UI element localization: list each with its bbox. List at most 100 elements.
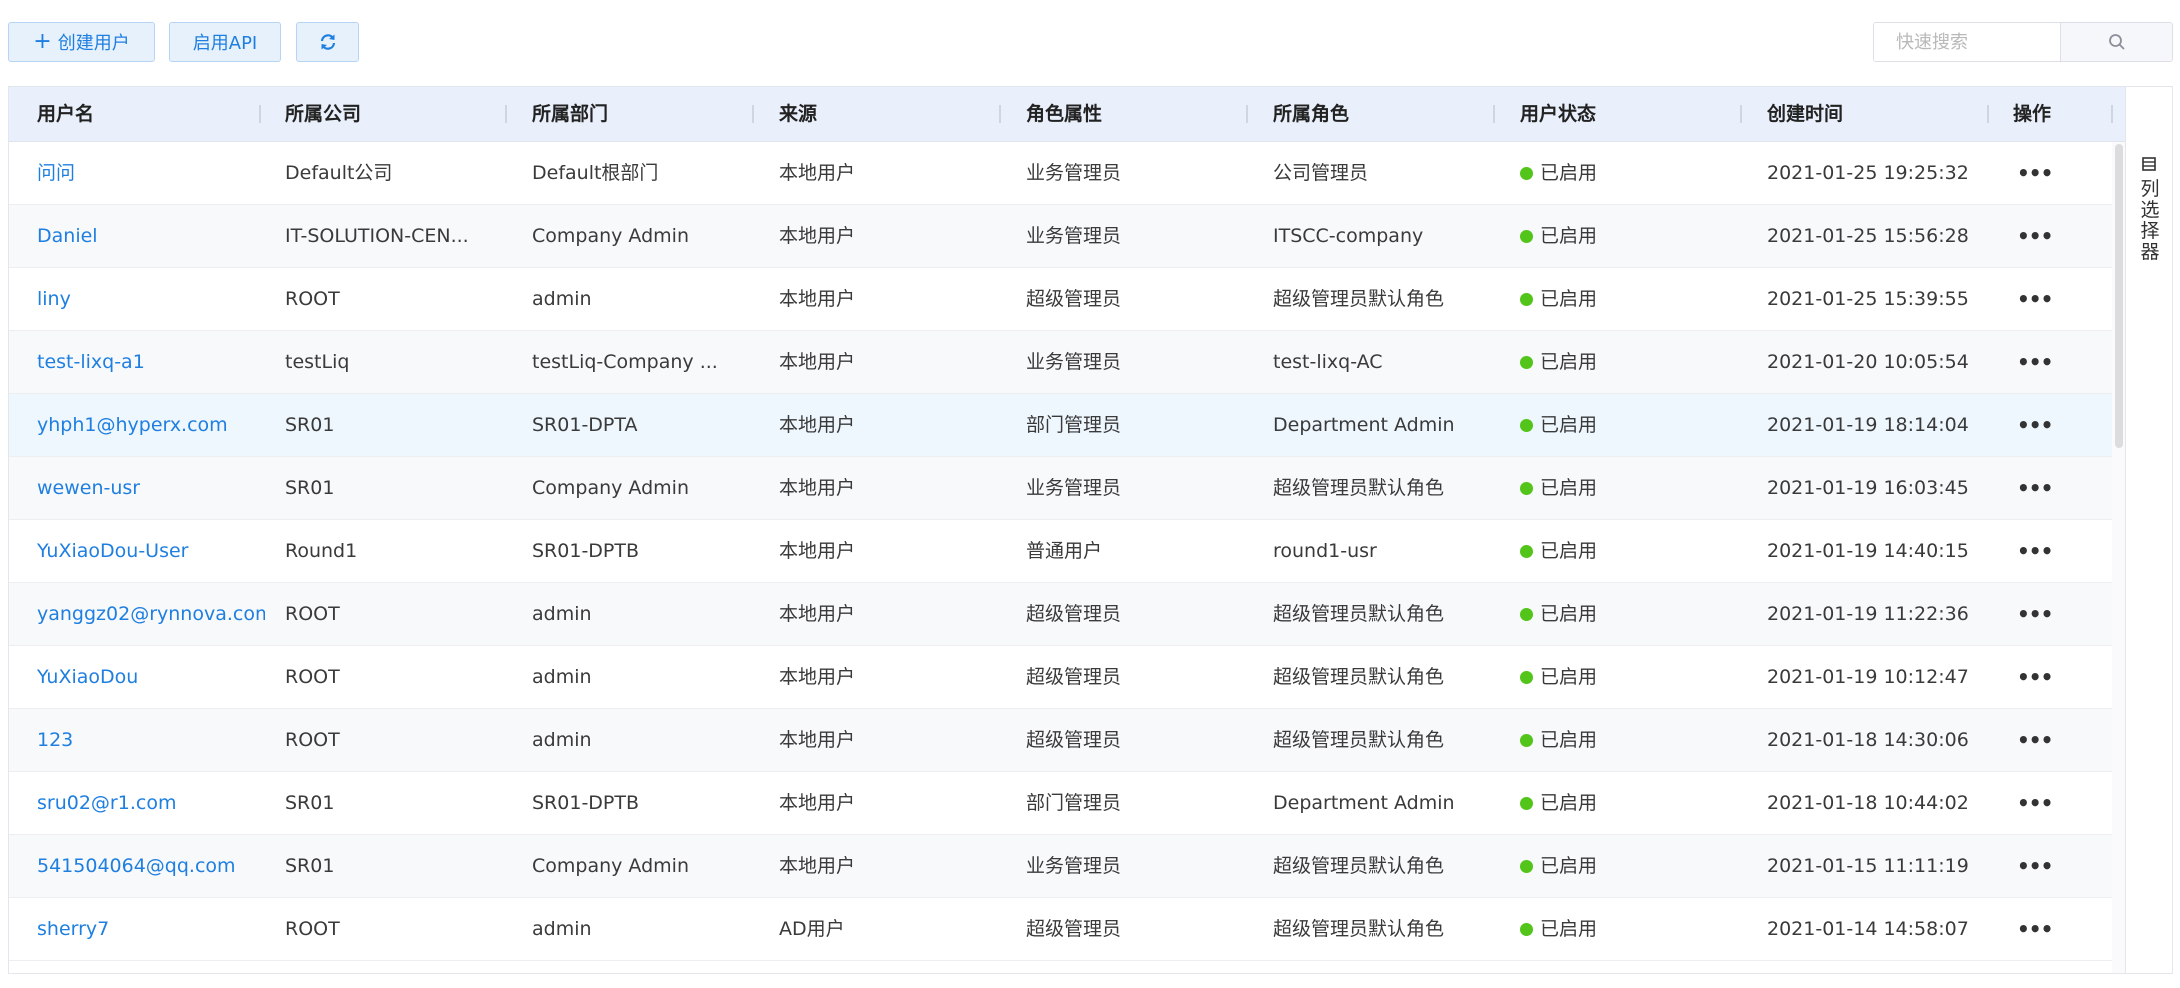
company-cell: ROOT: [285, 603, 340, 625]
username-link[interactable]: 541504064@qq.com: [37, 835, 236, 897]
username-link[interactable]: liny: [37, 268, 71, 330]
role-cell: 超级管理员默认角色: [1273, 729, 1445, 751]
table-row[interactable]: test-lixq-a1 testLiq testLiq-Company ...…: [9, 331, 2125, 394]
status-cell: 已启用: [1520, 898, 1597, 960]
username-link[interactable]: wewen-usr: [37, 457, 140, 519]
column-divider[interactable]: [1246, 105, 1248, 123]
table-row[interactable]: sru02@r1.com SR01 SR01-DPTB 本地用户 部门管理员 D…: [9, 772, 2125, 835]
table-row[interactable]: 541504064@qq.com SR01 Company Admin 本地用户…: [9, 835, 2125, 898]
more-actions-icon[interactable]: •••: [2017, 394, 2052, 456]
create-user-label: 创建用户: [57, 33, 130, 54]
source-cell: 本地用户: [779, 603, 856, 625]
username-link[interactable]: sru02@r1.com: [37, 772, 176, 834]
status-cell: 已启用: [1520, 772, 1597, 834]
col-header-username[interactable]: 用户名: [37, 87, 94, 141]
role-attribute-cell: 超级管理员: [1026, 918, 1122, 940]
column-divider[interactable]: [752, 105, 754, 123]
status-dot-icon: [1520, 482, 1533, 495]
more-actions-icon[interactable]: •••: [2017, 709, 2052, 771]
department-cell: admin: [532, 603, 592, 625]
column-divider[interactable]: [2111, 105, 2113, 123]
status-label: 已启用: [1540, 288, 1598, 310]
table-row[interactable]: wewen-usr SR01 Company Admin 本地用户 业务管理员 …: [9, 457, 2125, 520]
toolbar: + 创建用户 启用API: [0, 0, 2180, 86]
column-selector[interactable]: 列选择器: [2125, 87, 2172, 973]
table-row[interactable]: yanggz02@rynnova.com ROOT admin 本地用户 超级管…: [9, 583, 2125, 646]
username-link[interactable]: yanggz02@rynnova.com: [37, 583, 265, 645]
more-actions-icon[interactable]: •••: [2017, 898, 2052, 960]
col-header-role-attribute[interactable]: 角色属性: [1026, 87, 1102, 141]
table-row[interactable]: 123 ROOT admin 本地用户 超级管理员 超级管理员默认角色 已启用 …: [9, 709, 2125, 772]
company-cell: testLiq: [285, 351, 350, 373]
search-button[interactable]: [2060, 23, 2172, 61]
username-link[interactable]: 问问: [37, 142, 75, 204]
company-cell: SR01: [285, 855, 335, 877]
status-cell: 已启用: [1520, 142, 1597, 204]
column-divider[interactable]: [1987, 105, 1989, 123]
role-cell: test-lixq-AC: [1273, 351, 1383, 373]
more-actions-icon[interactable]: •••: [2017, 583, 2052, 645]
column-divider[interactable]: [1740, 105, 1742, 123]
status-cell: 已启用: [1520, 205, 1597, 267]
col-header-role[interactable]: 所属角色: [1273, 87, 1349, 141]
more-actions-icon[interactable]: •••: [2017, 835, 2052, 897]
role-cell: 超级管理员默认角色: [1273, 918, 1445, 940]
company-cell: IT-SOLUTION-CEN...: [285, 225, 469, 247]
table-row[interactable]: 问问 Default公司 Default根部门 本地用户 业务管理员 公司管理员…: [9, 142, 2125, 205]
more-actions-icon[interactable]: •••: [2017, 520, 2052, 582]
role-attribute-cell: 部门管理员: [1026, 792, 1122, 814]
col-header-created-time[interactable]: 创建时间: [1767, 87, 1843, 141]
username-link[interactable]: YuXiaoDou-User: [37, 520, 189, 582]
enable-api-button[interactable]: 启用API: [169, 22, 281, 62]
search-input[interactable]: [1874, 23, 2060, 61]
refresh-button[interactable]: [296, 22, 359, 62]
role-attribute-cell: 超级管理员: [1026, 288, 1122, 310]
table-row[interactable]: yhph1@hyperx.com SR01 SR01-DPTA 本地用户 部门管…: [9, 394, 2125, 457]
created-time-cell: 2021-01-19 18:14:04: [1767, 414, 1969, 436]
status-cell: 已启用: [1520, 268, 1597, 330]
column-divider[interactable]: [999, 105, 1001, 123]
status-label: 已启用: [1540, 414, 1598, 436]
source-cell: 本地用户: [779, 225, 856, 247]
username-link[interactable]: YuXiaoDou: [37, 646, 138, 708]
company-cell: Default公司: [285, 162, 393, 184]
username-link[interactable]: sherry7: [37, 898, 109, 960]
table-row[interactable]: YuXiaoDou ROOT admin 本地用户 超级管理员 超级管理员默认角…: [9, 646, 2125, 709]
role-cell: Department Admin: [1273, 414, 1455, 436]
username-link[interactable]: 123: [37, 709, 73, 771]
source-cell: 本地用户: [779, 792, 856, 814]
username-link[interactable]: yhph1@hyperx.com: [37, 394, 228, 456]
source-cell: AD用户: [779, 918, 845, 940]
create-user-button[interactable]: + 创建用户: [8, 22, 155, 62]
status-cell: 已启用: [1520, 520, 1597, 582]
col-header-company[interactable]: 所属公司: [285, 87, 361, 141]
created-time-cell: 2021-01-14 14:58:07: [1767, 918, 1969, 940]
table-row[interactable]: sherry7 ROOT admin AD用户 超级管理员 超级管理员默认角色 …: [9, 898, 2125, 961]
role-cell: round1-usr: [1273, 540, 1377, 562]
scrollbar-thumb[interactable]: [2115, 144, 2123, 448]
columns-icon: [2142, 157, 2156, 171]
role-attribute-cell: 超级管理员: [1026, 666, 1122, 688]
created-time-cell: 2021-01-19 10:12:47: [1767, 666, 1969, 688]
status-label: 已启用: [1540, 918, 1598, 940]
department-cell: admin: [532, 288, 592, 310]
more-actions-icon[interactable]: •••: [2017, 772, 2052, 834]
more-actions-icon[interactable]: •••: [2017, 457, 2052, 519]
column-divider[interactable]: [1493, 105, 1495, 123]
more-actions-icon[interactable]: •••: [2017, 268, 2052, 330]
more-actions-icon[interactable]: •••: [2017, 142, 2052, 204]
table-row[interactable]: YuXiaoDou-User Round1 SR01-DPTB 本地用户 普通用…: [9, 520, 2125, 583]
table-row[interactable]: Daniel IT-SOLUTION-CEN... Company Admin …: [9, 205, 2125, 268]
more-actions-icon[interactable]: •••: [2017, 205, 2052, 267]
column-divider[interactable]: [505, 105, 507, 123]
col-header-department[interactable]: 所属部门: [532, 87, 608, 141]
table-row[interactable]: liny ROOT admin 本地用户 超级管理员 超级管理员默认角色 已启用…: [9, 268, 2125, 331]
username-link[interactable]: Daniel: [37, 205, 98, 267]
department-cell: SR01-DPTB: [532, 540, 640, 562]
more-actions-icon[interactable]: •••: [2017, 646, 2052, 708]
more-actions-icon[interactable]: •••: [2017, 331, 2052, 393]
col-header-status[interactable]: 用户状态: [1520, 87, 1596, 141]
col-header-source[interactable]: 来源: [779, 87, 817, 141]
username-link[interactable]: test-lixq-a1: [37, 331, 145, 393]
column-divider[interactable]: [259, 105, 261, 123]
